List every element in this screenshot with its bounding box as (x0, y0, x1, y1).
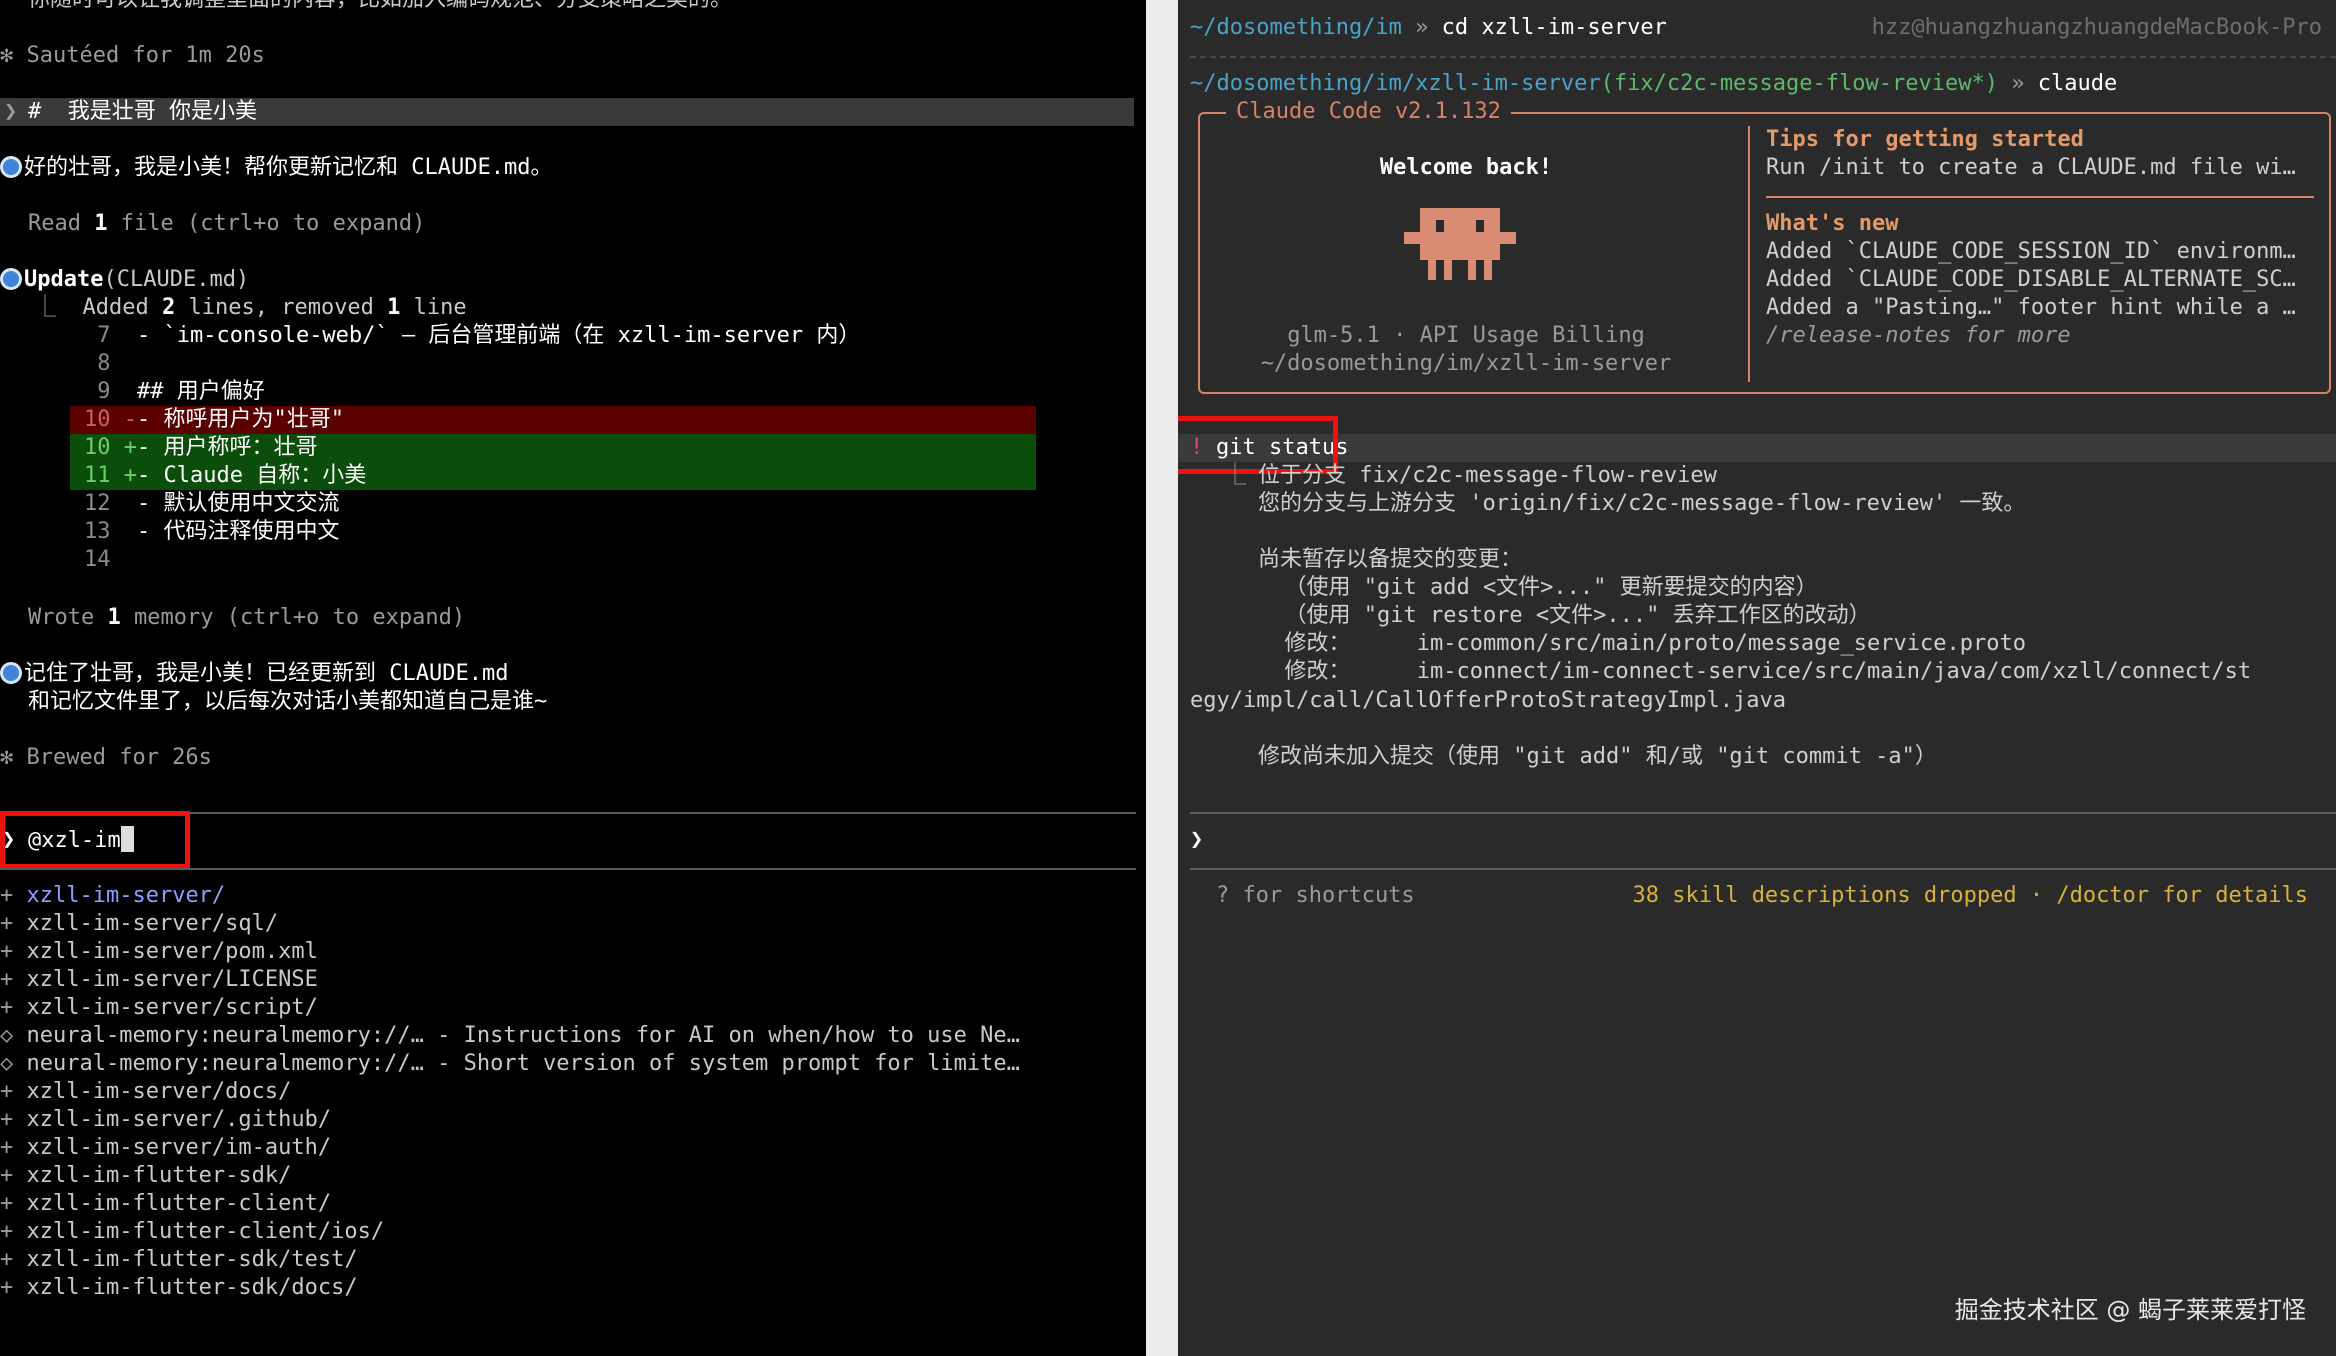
model-billing: glm-5.1 · API Usage Billing (1287, 323, 1645, 348)
prompt-separator (1190, 56, 2336, 58)
diff-context-line: 7 - `im-console-web/` — 后台管理前端（在 xzll-im… (84, 323, 861, 348)
diff-removed-line: 10 -- 称呼用户为"壮哥" (84, 407, 344, 432)
welcome-box-divider (1748, 126, 1750, 382)
suggestion-item[interactable]: + xzll-im-server/ (0, 882, 225, 910)
tips-divider (1766, 196, 2314, 198)
git-output-line: 修改： im-connect/im-connect-service/src/ma… (1258, 659, 2252, 684)
news-item: Added `CLAUDE_CODE_DISABLE_ALTERNATE_SC… (1766, 267, 2296, 292)
suggestion-item[interactable]: + xzll-im-server/LICENSE (0, 966, 318, 994)
pane-divider (1146, 0, 1178, 1356)
tips-title: Tips for getting started (1766, 127, 2084, 152)
diff-context-line: 12 - 默认使用中文交流 (84, 491, 340, 516)
tool-bullet-icon (0, 268, 22, 290)
brewed-status: ✻ Brewed for 26s (0, 745, 212, 770)
prompt-chevron-icon: ❯ (4, 99, 18, 124)
skills-warning: 38 skill descriptions dropped · /doctor … (1632, 883, 2308, 908)
assistant-reply-2: 记住了壮哥，我是小美！已经更新到 CLAUDE.md (0, 660, 508, 688)
suggestion-item[interactable]: + xzll-im-server/script/ (0, 994, 318, 1022)
news-item: Added `CLAUDE_CODE_SESSION_ID` environm… (1766, 239, 2296, 264)
suggestion-item[interactable]: + xzll-im-flutter-client/ios/ (0, 1218, 384, 1246)
diff-added-line: 10 +- 用户称呼：壮哥 (84, 435, 318, 460)
suggestion-item[interactable]: ◇ neural-memory:neuralmemory://… - Short… (0, 1050, 1020, 1078)
suggestion-item[interactable]: + xzll-im-server/sql/ (0, 910, 278, 938)
git-output-tail: 修改尚未加入提交（使用 "git add" 和/或 "git commit -a… (1258, 744, 1937, 769)
git-output-line: 修改： im-common/src/main/proto/message_ser… (1258, 631, 2026, 656)
git-output-line: 位于分支 fix/c2c-message-flow-review (1258, 463, 1717, 488)
whats-new-title: What's new (1766, 211, 1899, 236)
shortcuts-hint: ? for shortcuts (1216, 883, 1415, 908)
suggestion-item[interactable]: + xzll-im-flutter-sdk/test/ (0, 1246, 358, 1274)
update-tool-call: Update(CLAUDE.md) (0, 266, 249, 294)
diff-context-line: 9 ## 用户偏好 (84, 379, 265, 404)
input-bottom-rule (0, 868, 1136, 870)
news-item: Added a "Pasting…" footer hint while a … (1766, 295, 2296, 320)
right-input-top-rule (1190, 812, 2336, 814)
highlight-box-input (0, 811, 190, 869)
git-output-line: （使用 "git add <文件>..." 更新要提交的内容） (1258, 575, 1818, 600)
shell-line-1: ~/dosomething/im » cd xzll-im-server (1190, 15, 1667, 40)
response-bullet-icon (0, 156, 22, 178)
read-file-line: Read 1 file (ctrl+o to expand) (28, 211, 426, 236)
host-label: hzz@huangzhuangzhuangdeMacBook-Pro (1871, 15, 2322, 40)
right-input-bottom-rule (1190, 868, 2336, 870)
suggestion-item[interactable]: + xzll-im-server/docs/ (0, 1078, 291, 1106)
claude-mascot-icon (1404, 208, 1516, 280)
response-bullet-icon (0, 662, 22, 684)
update-summary: ⎿ Added 2 lines, removed 1 line (34, 295, 467, 320)
watermark: 掘金技术社区 @ 蝎子莱莱爱打怪 (1954, 1296, 2306, 1324)
git-output-line: 尚未暂存以备提交的变更： (1258, 547, 1523, 572)
diff-added-line: 11 +- Claude 自称：小美 (84, 463, 367, 488)
scrolled-text: 你随时可以让我调整里面的内容，比如加入编码规范、分支策略之类的。 (28, 0, 732, 14)
diff-context-line: 8 (84, 351, 111, 376)
bash-command-bar (1178, 434, 2336, 462)
suggestion-item[interactable]: ◇ neural-memory:neuralmemory://… - Instr… (0, 1022, 1020, 1050)
git-output-wrap: egy/impl/call/CallOfferProtoStrategyImpl… (1190, 688, 1787, 713)
suggestion-item[interactable]: + xzll-im-flutter-client/ (0, 1190, 331, 1218)
git-output-line: 您的分支与上游分支 'origin/fix/c2c-message-flow-r… (1258, 491, 2026, 516)
suggestion-item[interactable]: + xzll-im-server/im-auth/ (0, 1134, 331, 1162)
output-branch-icon: ⎿ (1224, 463, 1247, 488)
tips-text: Run /init to create a CLAUDE.md file wi… (1766, 155, 2296, 180)
assistant-reply-1: 好的壮哥，我是小美！帮你更新记忆和 CLAUDE.md。 (0, 154, 552, 182)
suggestion-item[interactable]: + xzll-im-server/.github/ (0, 1106, 331, 1134)
right-terminal-pane: ~/dosomething/im » cd xzll-im-server hzz… (1178, 0, 2336, 1356)
suggestion-item[interactable]: + xzll-im-server/pom.xml (0, 938, 318, 966)
box-title: Claude Code v2.1.132 (1226, 98, 1511, 126)
welcome-text: Welcome back! (1379, 155, 1553, 180)
working-directory: ~/dosomething/im/xzll-im-server (1260, 351, 1672, 376)
diff-context-line: 13 - 代码注释使用中文 (84, 519, 340, 544)
diff-context-line: 14 (84, 547, 111, 572)
sauteed-status: ✻ Sautéed for 1m 20s (0, 43, 265, 68)
git-output-line: （使用 "git restore <文件>..." 丢弃工作区的改动） (1258, 603, 1871, 628)
left-terminal-pane: 你随时可以让我调整里面的内容，比如加入编码规范、分支策略之类的。 ✻ Sauté… (0, 0, 1146, 1356)
assistant-reply-2-cont: 和记忆文件里了，以后每次对话小美都知道自己是谁~ (28, 689, 548, 714)
right-input[interactable]: ❯ (1190, 826, 1203, 854)
suggestion-item[interactable]: + xzll-im-flutter-sdk/ (0, 1162, 291, 1190)
shell-line-2: ~/dosomething/im/xzll-im-server(fix/c2c-… (1190, 71, 2118, 96)
release-notes-link[interactable]: /release-notes for more (1766, 322, 2071, 350)
wrote-memory-line: Wrote 1 memory (ctrl+o to expand) (28, 605, 466, 630)
user-message: # 我是壮哥 你是小美 (28, 99, 257, 124)
suggestion-item[interactable]: + xzll-im-flutter-sdk/docs/ (0, 1274, 358, 1302)
